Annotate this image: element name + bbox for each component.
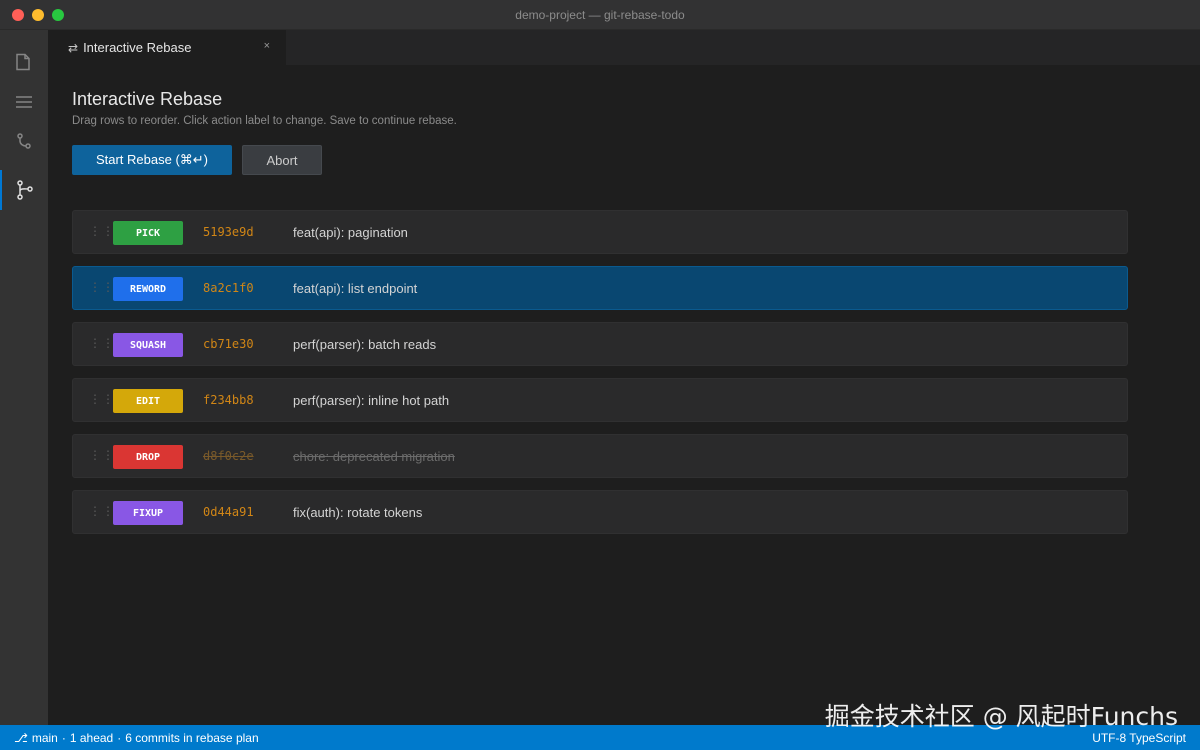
action-badge[interactable]: PICK [113, 221, 183, 245]
tab-interactive-rebase[interactable]: ⇄ Interactive Rebase × [48, 30, 286, 65]
window-title: demo-project — git-rebase-todo [515, 7, 685, 22]
branch-icon: ⎇ [14, 731, 28, 745]
rebase-row[interactable]: ⋮⋮ REWORD 8a2c1f0 feat(api): list endpoi… [72, 266, 1128, 310]
git-graph-icon[interactable] [0, 170, 48, 210]
action-badge[interactable]: SQUASH [113, 333, 183, 357]
scrollbar[interactable] [1186, 65, 1200, 725]
commit-sha: cb71e30 [203, 337, 254, 351]
commit-message: feat(api): pagination [293, 225, 408, 240]
commit-sha: 5193e9d [203, 225, 254, 239]
start-rebase-button[interactable]: Start Rebase (⌘↵) [72, 145, 232, 175]
rebase-row[interactable]: ⋮⋮ PICK 5193e9d feat(api): pagination [72, 210, 1128, 254]
swap-icon: ⇄ [68, 40, 79, 55]
rebase-plan-count: 6 commits in rebase plan [125, 731, 259, 745]
drag-handle-icon[interactable]: ⋮⋮ [89, 448, 115, 462]
editor-area: Interactive Rebase Drag rows to reorder.… [48, 65, 1200, 725]
separator: · [61, 731, 66, 745]
rebase-row[interactable]: ⋮⋮ EDIT f234bb8 perf(parser): inline hot… [72, 378, 1128, 422]
action-badge[interactable]: DROP [113, 445, 183, 469]
commit-message: fix(auth): rotate tokens [293, 505, 423, 520]
action-badge[interactable]: FIXUP [113, 501, 183, 525]
status-left: ⎇ main · 1 ahead · 6 commits in rebase p… [14, 731, 259, 745]
close-icon[interactable]: × [264, 40, 270, 52]
commit-sha: f234bb8 [203, 393, 254, 407]
window-controls [12, 9, 64, 21]
rebase-todo-list: ⋮⋮ PICK 5193e9d feat(api): pagination ⋮⋮… [72, 210, 1128, 546]
watermark: 掘金技术社区 @ 风起时Funchs [824, 702, 1178, 731]
drag-handle-icon[interactable]: ⋮⋮ [89, 280, 115, 294]
commit-sha: 8a2c1f0 [203, 281, 254, 295]
maximize-window-button[interactable] [52, 9, 64, 21]
list-icon[interactable] [0, 82, 48, 122]
tab-bar: ⇄ Interactive Rebase × [48, 30, 1200, 65]
rebase-row[interactable]: ⋮⋮ DROP d8f0c2e chore: deprecated migrat… [72, 434, 1128, 478]
drag-handle-icon[interactable]: ⋮⋮ [89, 336, 115, 350]
source-control-icon[interactable] [0, 122, 48, 162]
action-badge[interactable]: EDIT [113, 389, 183, 413]
ahead-count[interactable]: 1 ahead [70, 731, 113, 745]
page-subtitle: Drag rows to reorder. Click action label… [72, 115, 457, 127]
commit-message: feat(api): list endpoint [293, 281, 418, 296]
tab-label: Interactive Rebase [83, 40, 192, 55]
abort-button[interactable]: Abort [242, 145, 322, 175]
rebase-row[interactable]: ⋮⋮ FIXUP 0d44a91 fix(auth): rotate token… [72, 490, 1128, 534]
commit-message: perf(parser): batch reads [293, 337, 437, 352]
close-window-button[interactable] [12, 9, 24, 21]
activity-bar [0, 30, 48, 725]
drag-handle-icon[interactable]: ⋮⋮ [89, 224, 115, 238]
files-icon[interactable] [0, 42, 48, 82]
commit-message: perf(parser): inline hot path [293, 393, 450, 408]
action-badge[interactable]: REWORD [113, 277, 183, 301]
minimize-window-button[interactable] [32, 9, 44, 21]
rebase-row[interactable]: ⋮⋮ SQUASH cb71e30 perf(parser): batch re… [72, 322, 1128, 366]
title-bar: demo-project — git-rebase-todo [0, 0, 1200, 30]
separator: · [117, 731, 122, 745]
page-title: Interactive Rebase [72, 89, 223, 109]
commit-sha: d8f0c2e [203, 449, 254, 463]
commit-sha: 0d44a91 [203, 505, 254, 519]
branch-name[interactable]: main [32, 731, 58, 745]
commit-message: chore: deprecated migration [293, 449, 455, 464]
status-encoding-language[interactable]: UTF-8 TypeScript [1092, 731, 1186, 745]
drag-handle-icon[interactable]: ⋮⋮ [89, 392, 115, 406]
drag-handle-icon[interactable]: ⋮⋮ [89, 504, 115, 518]
